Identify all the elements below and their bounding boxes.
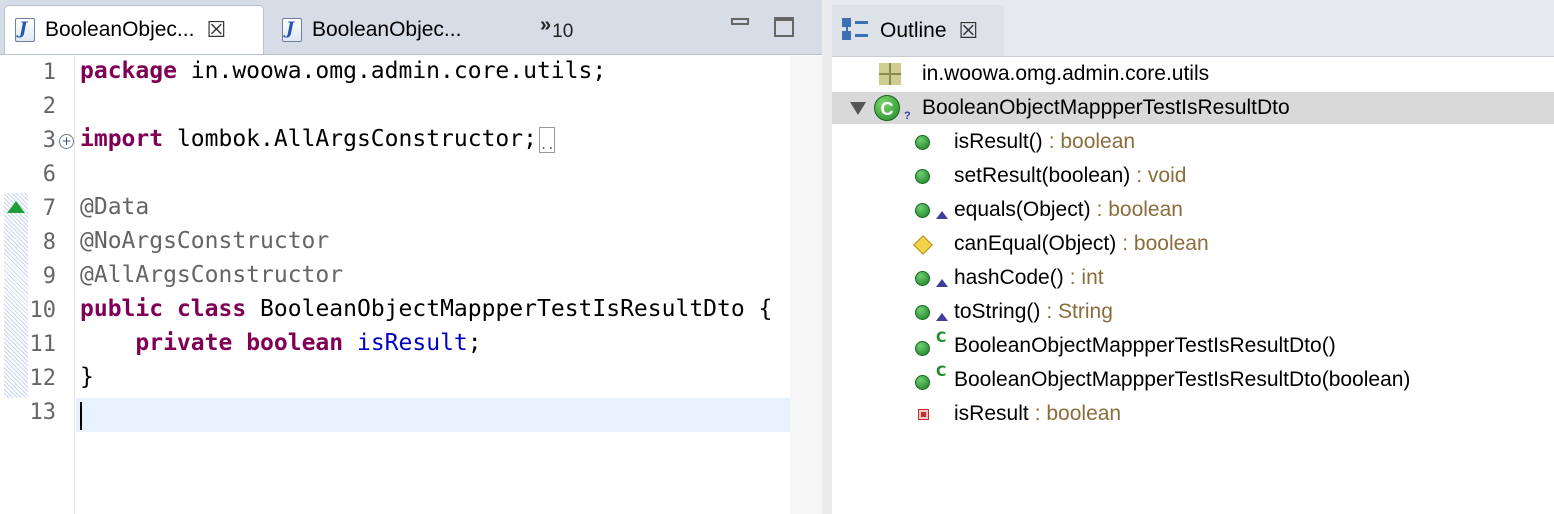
outline-constructor-row[interactable]: C BooleanObjectMappperTestIsResultDto(bo…	[832, 364, 1554, 396]
public-method-icon	[915, 135, 930, 150]
member-name: hashCode()	[954, 266, 1064, 289]
code-line: }	[80, 364, 94, 390]
tab-outline[interactable]: Outline ☒	[832, 5, 1004, 56]
line-number: 8	[42, 230, 56, 255]
package-name: in.woowa.omg.admin.core.utils	[922, 62, 1210, 85]
line-number: 2	[42, 94, 56, 119]
minimize-icon[interactable]	[731, 18, 749, 25]
override-icon	[936, 211, 948, 219]
outline-method-row[interactable]: hashCode(): int	[832, 262, 1554, 294]
code-line: package in.woowa.omg.admin.core.utils;	[80, 58, 607, 84]
private-field-icon	[918, 409, 929, 420]
code-line: @AllArgsConstructor	[80, 262, 344, 288]
member-name: canEqual(Object)	[954, 232, 1117, 255]
outline-constructor-row[interactable]: C BooleanObjectMappperTestIsResultDto()	[832, 330, 1554, 362]
member-name: BooleanObjectMappperTestIsResultDto(bool…	[954, 368, 1411, 391]
class-icon: C	[874, 95, 900, 121]
line-number: 6	[42, 162, 56, 187]
quick-diff-bar	[4, 193, 28, 398]
code-line: private boolean isResult;	[135, 330, 482, 356]
tab-label: BooleanObjec...	[312, 17, 462, 41]
line-number: 13	[29, 400, 57, 425]
outline-view-icon	[842, 17, 868, 44]
line-number: 11	[29, 332, 57, 357]
public-method-icon	[915, 169, 930, 184]
outline-pane: Outline ☒ in.woowa.omg.admin.core.utils …	[832, 0, 1554, 514]
member-name: equals(Object)	[954, 198, 1091, 221]
editor-tab[interactable]: J BooleanObjec...	[272, 5, 512, 54]
outline-method-row[interactable]: equals(Object): boolean	[832, 194, 1554, 226]
member-name: BooleanObjectMappperTestIsResultDto()	[954, 334, 1336, 357]
static-badge-icon: ?	[904, 110, 911, 122]
member-type: : int	[1069, 266, 1104, 289]
member-name: toString()	[954, 300, 1041, 323]
outline-field-row[interactable]: isResult: boolean	[832, 398, 1554, 430]
outline-class-row[interactable]: C ? BooleanObjectMappperTestIsResultDto	[832, 92, 1554, 124]
java-file-icon: J	[15, 18, 35, 42]
overflow-count: 10	[552, 21, 574, 42]
member-type: : boolean	[1048, 130, 1136, 153]
public-method-icon	[915, 341, 930, 356]
member-type: : boolean	[1122, 232, 1209, 255]
expand-icon[interactable]	[850, 102, 866, 115]
line-number: 10	[29, 298, 57, 323]
public-method-icon	[915, 271, 930, 286]
current-line-highlight	[76, 398, 790, 432]
override-icon	[936, 279, 948, 287]
tab-label: Outline	[880, 18, 947, 42]
outline-method-row[interactable]: isResult(): boolean	[832, 126, 1554, 158]
public-method-icon	[915, 375, 930, 390]
expand-fold-icon[interactable]: +	[59, 134, 74, 149]
outline-method-row[interactable]: canEqual(Object): boolean	[832, 228, 1554, 260]
close-icon[interactable]: ☒	[959, 18, 979, 44]
line-number: 1	[42, 60, 56, 85]
editor-tab-active[interactable]: J BooleanObjec... ☒	[4, 5, 264, 54]
member-name: isResult()	[954, 130, 1043, 153]
editor-tab-bar: J BooleanObjec... ☒ J BooleanObjec... » 1…	[0, 0, 822, 55]
outline-method-row[interactable]: setResult(boolean): void	[832, 160, 1554, 192]
outline-package-row[interactable]: in.woowa.omg.admin.core.utils	[832, 58, 1554, 90]
public-method-icon	[915, 203, 930, 218]
member-type: : boolean	[1096, 198, 1183, 221]
member-type: : void	[1136, 164, 1187, 187]
line-number: 7	[42, 196, 56, 221]
code-line: @Data	[80, 194, 150, 220]
override-icon	[936, 313, 948, 321]
member-name: setResult(boolean)	[954, 164, 1131, 187]
line-number: 3	[42, 128, 56, 153]
code-editor[interactable]: package in.woowa.omg.admin.core.utils; i…	[76, 56, 790, 514]
public-method-icon	[915, 305, 930, 320]
constructor-icon: C	[936, 364, 947, 380]
protected-method-icon	[913, 235, 933, 255]
override-marker-icon[interactable]	[7, 201, 25, 213]
line-number: 12	[29, 366, 57, 391]
code-line: public class BooleanObjectMappperTestIsR…	[80, 296, 773, 322]
java-file-icon: J	[282, 17, 302, 42]
pane-divider[interactable]	[822, 0, 832, 514]
code-line: @NoArgsConstructor	[80, 228, 330, 254]
code-line: import lombok.AllArgsConstructor;..	[80, 126, 555, 153]
member-type: : boolean	[1034, 402, 1122, 425]
close-icon[interactable]: ☒	[206, 17, 226, 43]
member-type: : String	[1046, 300, 1113, 323]
vertical-scrollbar[interactable]	[790, 56, 822, 514]
maximize-icon[interactable]	[774, 17, 794, 37]
member-name: isResult	[954, 402, 1029, 425]
editor-pane: J BooleanObjec... ☒ J BooleanObjec... » 1…	[0, 0, 822, 514]
text-caret	[80, 402, 82, 430]
folded-imports-marker[interactable]: ..	[538, 126, 555, 153]
tab-label: BooleanObjec...	[45, 18, 195, 41]
class-name: BooleanObjectMappperTestIsResultDto	[922, 96, 1290, 119]
outline-tab-bar: Outline ☒	[832, 0, 1554, 57]
tab-overflow-button[interactable]: » 10	[540, 14, 573, 42]
package-icon	[879, 63, 901, 85]
constructor-icon: C	[936, 330, 947, 346]
line-number-ruler: 1 2 3 + 6 7 8 9 10 11 12 13	[28, 56, 75, 514]
outline-method-row[interactable]: toString(): String	[832, 296, 1554, 328]
line-number: 9	[42, 264, 56, 289]
